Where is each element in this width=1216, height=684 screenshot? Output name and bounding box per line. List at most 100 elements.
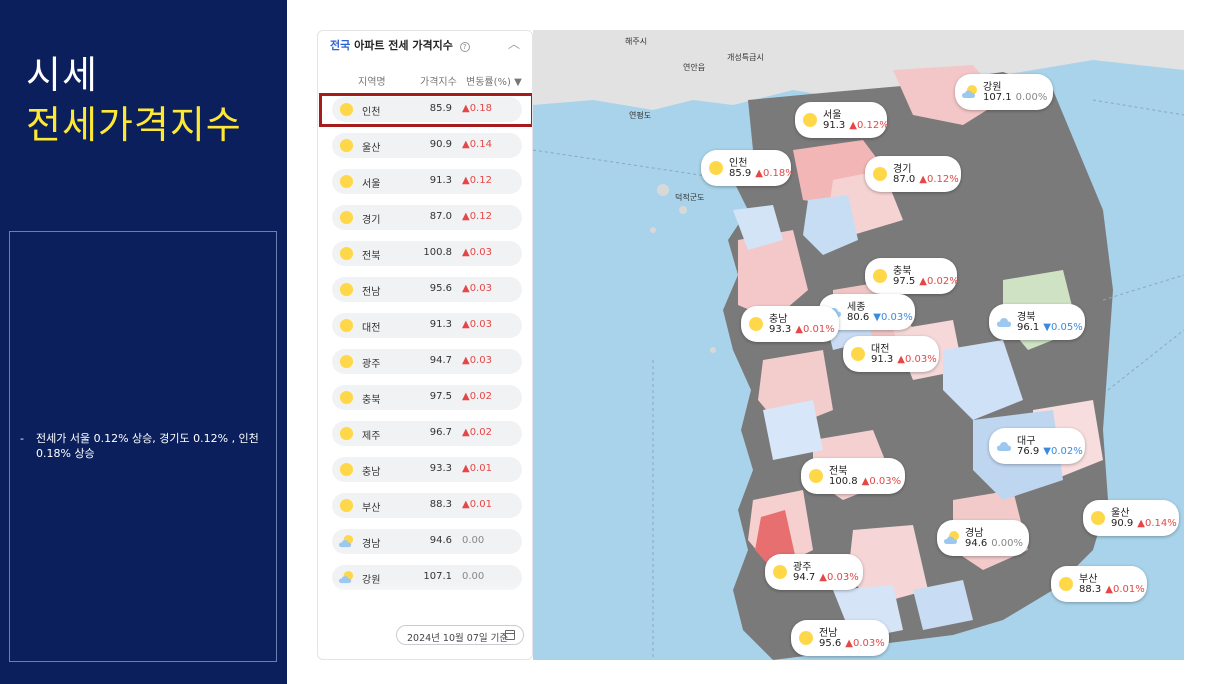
bubble-index: 94.6 [965,538,988,549]
sun-icon [798,630,814,646]
region-row[interactable]: 부산 88.3 ▲0.01 [332,493,522,518]
sun-icon [1058,576,1074,592]
bubble-change: ▲0.02% [919,276,959,287]
bubble-index: 94.7 [793,572,816,583]
region-scope-selector[interactable]: 전국 [330,39,350,52]
map-place-label: 연안읍 [683,63,706,72]
column-header-index: 가격지수 [420,77,457,88]
column-header-change-sort[interactable]: 변동률(%) ▼ [466,73,522,88]
note-bullet: - [20,432,24,445]
region-change: ▲0.12 [462,175,492,186]
map-region-bubble[interactable]: 경북 96.1 ▼0.05% [989,304,1085,340]
map-region-bubble[interactable]: 강원 107.1 0.00% [955,74,1053,110]
region-row[interactable]: 울산 90.9 ▲0.14 [332,133,522,158]
date-selector-button[interactable]: 2024년 10월 07일 기준 [396,625,524,645]
bubble-region-name: 충남 [769,314,788,325]
bubble-values: 94.6 0.00% [965,538,1023,549]
sun-icon [850,346,866,362]
highlight-box [319,93,532,127]
map-region-bubble[interactable]: 부산 88.3 ▲0.01% [1051,566,1147,602]
bubble-change: ▼0.03% [873,312,913,323]
bubble-values: 95.6 ▲0.03% [819,638,885,649]
region-change: 0.00 [462,535,485,546]
region-row[interactable]: 대전 91.3 ▲0.03 [332,313,522,338]
bubble-index: 96.1 [1017,322,1040,333]
region-row[interactable]: 전남 95.6 ▲0.03 [332,277,522,302]
sun-icon [1090,510,1106,526]
region-index: 97.5 [429,391,452,402]
region-index: 95.6 [429,283,452,294]
region-row[interactable]: 인천 85.9 ▲0.18 [319,93,532,127]
region-change: ▲0.03 [462,247,492,258]
region-row[interactable]: 경남 94.6 0.00 [332,529,522,554]
region-name: 충남 [362,467,381,478]
map-region-bubble[interactable]: 전북 100.8 ▲0.03% [801,458,905,494]
sun-icon [772,564,788,580]
bubble-values: 94.7 ▲0.03% [793,572,859,583]
region-name: 제주 [362,431,381,442]
sun-icon [808,468,824,484]
sun-icon [339,390,354,405]
slide-title-line2: 전세가격지수 [26,103,242,147]
korea-map[interactable]: 해주시 연안읍 개성특급시 연평도 덕적군도 강원 107.1 0.00% 서울 91.3 ▲0.… [533,30,1184,660]
map-region-bubble[interactable]: 대구 76.9 ▼0.02% [989,428,1085,464]
bubble-values: 91.3 ▲0.12% [823,120,889,131]
sun-icon [339,426,354,441]
sun-icon [339,174,354,189]
region-row[interactable]: 충북 97.5 ▲0.02 [332,385,522,410]
calendar-icon [505,630,515,640]
help-icon[interactable]: ? [459,42,470,52]
region-index: 91.3 [429,319,452,330]
bubble-region-name: 서울 [823,110,842,121]
bubble-values: 91.3 ▲0.03% [871,354,937,365]
map-region-bubble[interactable]: 광주 94.7 ▲0.03% [765,554,863,590]
bubble-index: 88.3 [1079,584,1102,595]
bubble-change: ▲0.14% [1137,518,1177,529]
bubble-region-name: 대구 [1017,436,1036,447]
sun-icon [872,166,888,182]
map-region-bubble[interactable]: 충남 93.3 ▲0.01% [741,306,839,342]
map-region-bubble[interactable]: 서울 91.3 ▲0.12% [795,102,889,138]
bubble-values: 90.9 ▲0.14% [1111,518,1177,529]
chevron-up-icon[interactable]: ︿ [508,35,520,52]
map-region-bubble[interactable]: 경남 94.6 0.00% [937,520,1029,556]
region-row[interactable]: 경기 87.0 ▲0.12 [332,205,522,230]
bubble-change: 0.00% [991,538,1024,549]
slide-sidebar: 시세 전세가격지수 - 전세가 서울 0.12% 상승, 경기도 0.12% ,… [0,0,287,684]
region-index: 94.7 [429,355,452,366]
region-change: ▲0.01 [462,463,492,474]
map-region-bubble[interactable]: 울산 90.9 ▲0.14% [1083,500,1179,536]
map-region-bubble[interactable]: 전남 95.6 ▲0.03% [791,620,889,656]
region-row[interactable]: 서울 91.3 ▲0.12 [332,169,522,194]
map-region-bubble[interactable]: 인천 85.9 ▲0.18% [701,150,795,186]
bubble-change: ▲0.03% [819,572,859,583]
region-change: ▲0.14 [462,139,492,150]
sun-icon [339,354,354,369]
region-row[interactable]: 전북 100.8 ▲0.03 [332,241,522,266]
bubble-region-name: 전남 [819,628,838,639]
bubble-change: ▲0.01% [1105,584,1145,595]
region-list: 인천 85.9 ▲0.18 울산 90.9 ▲0.14 서울 91.3 ▲0.12 경기 87.0 ▲… [319,93,532,601]
bubble-change: ▲0.12% [919,174,959,185]
sun-icon [339,246,354,261]
region-row[interactable]: 광주 94.7 ▲0.03 [332,349,522,374]
bubble-change: ▲0.18% [755,168,795,179]
map-region-bubble[interactable]: 충북 97.5 ▲0.02% [865,258,959,294]
region-change: ▲0.12 [462,211,492,222]
bubble-index: 85.9 [729,168,752,179]
region-row[interactable]: 충남 93.3 ▲0.01 [332,457,522,482]
bubble-region-name: 대전 [871,344,890,355]
map-place-label: 개성특급시 [727,53,764,62]
bubble-index: 107.1 [983,92,1012,103]
map-region-bubble[interactable]: 대전 91.3 ▲0.03% [843,336,939,372]
bubble-values: 100.8 ▲0.03% [829,476,901,487]
map-region-bubble[interactable]: 경기 87.0 ▲0.12% [865,156,961,192]
region-index: 93.3 [429,463,452,474]
bubble-change: ▲0.03% [845,638,885,649]
note-content: 전세가 서울 0.12% 상승, 경기도 0.12% , 인천 0.18% 상승 [36,432,259,460]
region-row[interactable]: 제주 96.7 ▲0.02 [332,421,522,446]
bubble-index: 93.3 [769,324,792,335]
map-place-label: 연평도 [629,111,652,120]
bubble-region-name: 부산 [1079,574,1098,585]
region-change: ▲0.02 [462,427,492,438]
